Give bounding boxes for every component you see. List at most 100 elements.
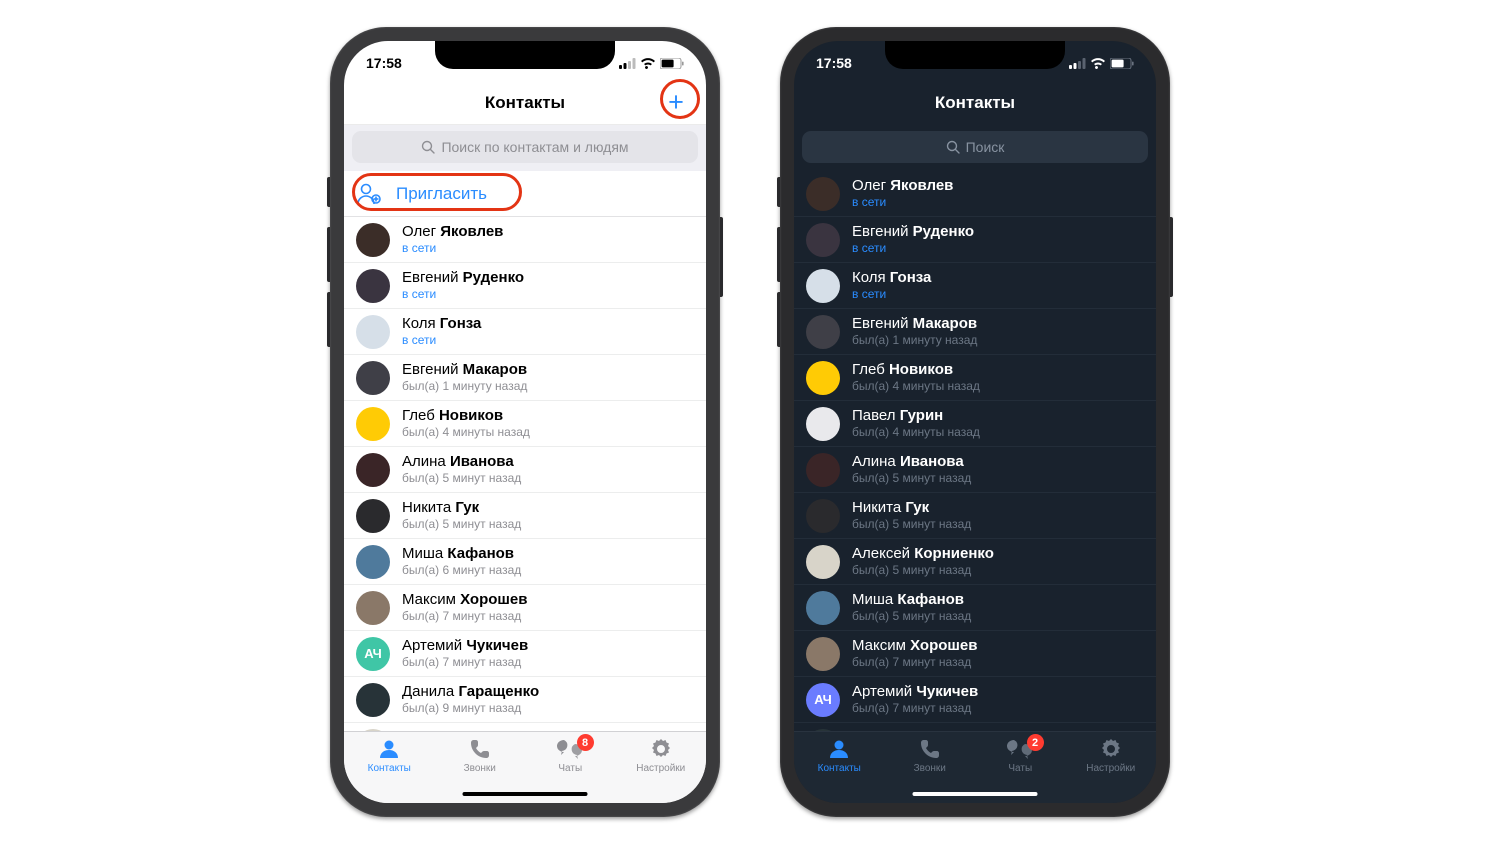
- contact-row[interactable]: Евгений Макаровбыл(а) 1 минуту назад: [794, 309, 1156, 355]
- contact-name: Евгений Руденко: [852, 223, 1144, 240]
- chats-badge: 8: [577, 734, 594, 751]
- phone-power-button: [1170, 217, 1173, 297]
- tab-label: Звонки: [464, 763, 496, 774]
- contact-row[interactable]: Коля Гонза в сети: [794, 263, 1156, 309]
- phone-dark: 17:58 Контакты Поиск Олег Яковлевв сетиЕ…: [780, 27, 1170, 817]
- contact-status: был(а) 5 минут назад: [852, 610, 1144, 624]
- contact-status: был(а) 7 минут назад: [852, 702, 1144, 716]
- notch: [885, 41, 1065, 69]
- contact-status: был(а) 5 минут назад: [852, 472, 1144, 486]
- search-placeholder: Поиск: [966, 139, 1005, 155]
- contact-name: Алина Иванова: [402, 453, 694, 470]
- contact-row[interactable]: Евгений Макаровбыл(а) 1 минуту назад: [344, 355, 706, 401]
- contact-name: Данила Гаращенко: [402, 683, 694, 700]
- contact-row[interactable]: Глеб Новиковбыл(а) 4 минуты назад: [794, 355, 1156, 401]
- contact-row[interactable]: Алексей Корниенко был(а) 5 минут назад: [794, 539, 1156, 585]
- contact-name: Коля Гонза: [402, 315, 694, 332]
- tab-label: Контакты: [818, 763, 861, 774]
- contact-row[interactable]: Алексей Корниенко: [344, 723, 706, 731]
- signal-icon: [1069, 58, 1086, 69]
- tab-settings[interactable]: Настройки: [616, 736, 707, 803]
- contact-name: Алексей Корниенко: [852, 545, 1144, 562]
- contact-name: Олег Яковлев: [402, 223, 694, 240]
- tab-label: Настройки: [1086, 763, 1135, 774]
- contact-row[interactable]: Коля Гонза в сети: [344, 309, 706, 355]
- avatar: [356, 453, 390, 487]
- contact-row[interactable]: Никита Гукбыл(а) 5 минут назад: [344, 493, 706, 539]
- tab-contacts[interactable]: Контакты: [794, 736, 885, 803]
- contact-row[interactable]: Олег Яковлевв сети: [794, 171, 1156, 217]
- phone-volume-up: [327, 227, 330, 282]
- nav-bar: Контакты: [794, 81, 1156, 125]
- contact-name: Максим Хорошев: [852, 637, 1144, 654]
- tab-settings[interactable]: Настройки: [1066, 736, 1157, 803]
- phone-volume-down: [327, 292, 330, 347]
- contact-row[interactable]: Максим Хорошев был(а) 7 минут назад: [794, 631, 1156, 677]
- search-placeholder: Поиск по контактам и людям: [441, 139, 628, 155]
- avatar: [356, 407, 390, 441]
- avatar: [356, 499, 390, 533]
- contact-name: Павел Гурин: [852, 407, 1144, 424]
- home-indicator[interactable]: [913, 792, 1038, 796]
- contact-name: Коля Гонза: [852, 269, 1144, 286]
- tab-label: Контакты: [368, 763, 411, 774]
- nav-bar: Контакты +: [344, 81, 706, 125]
- avatar: [806, 361, 840, 395]
- contact-name: Миша Кафанов: [852, 591, 1144, 608]
- contact-row[interactable]: Алина Ивановабыл(а) 5 минут назад: [344, 447, 706, 493]
- contact-row[interactable]: Данила Гаращенкобыл(а) 9 минут назад: [344, 677, 706, 723]
- contact-row[interactable]: Миша Кафановбыл(а) 6 минут назад: [344, 539, 706, 585]
- contact-row[interactable]: Максим Хорошевбыл(а) 7 минут назад: [344, 585, 706, 631]
- calls-icon: [468, 737, 492, 761]
- contact-status: был(а) 5 минут назад: [852, 564, 1144, 578]
- contacts-icon: [827, 737, 851, 761]
- invite-row[interactable]: Пригласить: [344, 171, 706, 217]
- contact-row[interactable]: АЧАртемий Чукичевбыл(а) 7 минут назад: [344, 631, 706, 677]
- contact-status: был(а) 5 минут назад: [402, 518, 694, 532]
- contact-name: Никита Гук: [852, 499, 1144, 516]
- phone-light: 17:58 Контакты + Поиск по контактам и лю…: [330, 27, 720, 817]
- contact-row[interactable]: Евгений Руденко в сети: [794, 217, 1156, 263]
- search-input[interactable]: Поиск: [802, 131, 1148, 163]
- wifi-icon: [1090, 58, 1106, 69]
- avatar: [806, 177, 840, 211]
- contact-status: был(а) 5 минут назад: [852, 518, 1144, 532]
- contact-row[interactable]: Миша Кафанов был(а) 5 минут назад: [794, 585, 1156, 631]
- contact-row[interactable]: Данила Гаращенко: [794, 723, 1156, 731]
- avatar: [356, 315, 390, 349]
- tab-contacts[interactable]: Контакты: [344, 736, 435, 803]
- contact-row[interactable]: Павел Гурин был(а) 4 минуты назад: [794, 401, 1156, 447]
- avatar: [806, 545, 840, 579]
- contact-status: был(а) 4 минуты назад: [852, 426, 1144, 440]
- contacts-list[interactable]: Олег Яковлевв сетиЕвгений Руденков сетиК…: [794, 171, 1156, 731]
- phone-silence-switch: [777, 177, 780, 207]
- contact-row[interactable]: Глеб Новиковбыл(а) 4 минуты назад: [344, 401, 706, 447]
- contact-status: в сети: [852, 242, 1144, 256]
- contact-status: был(а) 4 минуты назад: [852, 380, 1144, 394]
- contact-name: Глеб Новиков: [402, 407, 694, 424]
- avatar: [806, 269, 840, 303]
- search-icon: [946, 140, 960, 154]
- contact-row[interactable]: Евгений Руденков сети: [344, 263, 706, 309]
- contact-name: Евгений Макаров: [402, 361, 694, 378]
- contact-row[interactable]: Никита Гук был(а) 5 минут назад: [794, 493, 1156, 539]
- contact-status: в сети: [402, 334, 694, 348]
- home-indicator[interactable]: [463, 792, 588, 796]
- add-contact-button[interactable]: +: [660, 87, 692, 119]
- contact-row[interactable]: Олег Яковлевв сети: [344, 217, 706, 263]
- contact-name: Миша Кафанов: [402, 545, 694, 562]
- search-input[interactable]: Поиск по контактам и людям: [352, 131, 698, 163]
- contact-status: был(а) 7 минут назад: [852, 656, 1144, 670]
- avatar: [806, 407, 840, 441]
- contact-row[interactable]: АЧАртемий Чукичевбыл(а) 7 минут назад: [794, 677, 1156, 723]
- contacts-list[interactable]: Пригласить Олег Яковлевв сетиЕвгений Руд…: [344, 171, 706, 731]
- contact-status: был(а) 7 минут назад: [402, 656, 694, 670]
- avatar: [356, 269, 390, 303]
- contact-row[interactable]: Алина Ивановабыл(а) 5 минут назад: [794, 447, 1156, 493]
- contact-status: был(а) 1 минуту назад: [852, 334, 1144, 348]
- chats-badge: 2: [1027, 734, 1044, 751]
- contact-status: в сети: [852, 288, 1144, 302]
- contact-name: Артемий Чукичев: [402, 637, 694, 654]
- wifi-icon: [640, 58, 656, 69]
- notch: [435, 41, 615, 69]
